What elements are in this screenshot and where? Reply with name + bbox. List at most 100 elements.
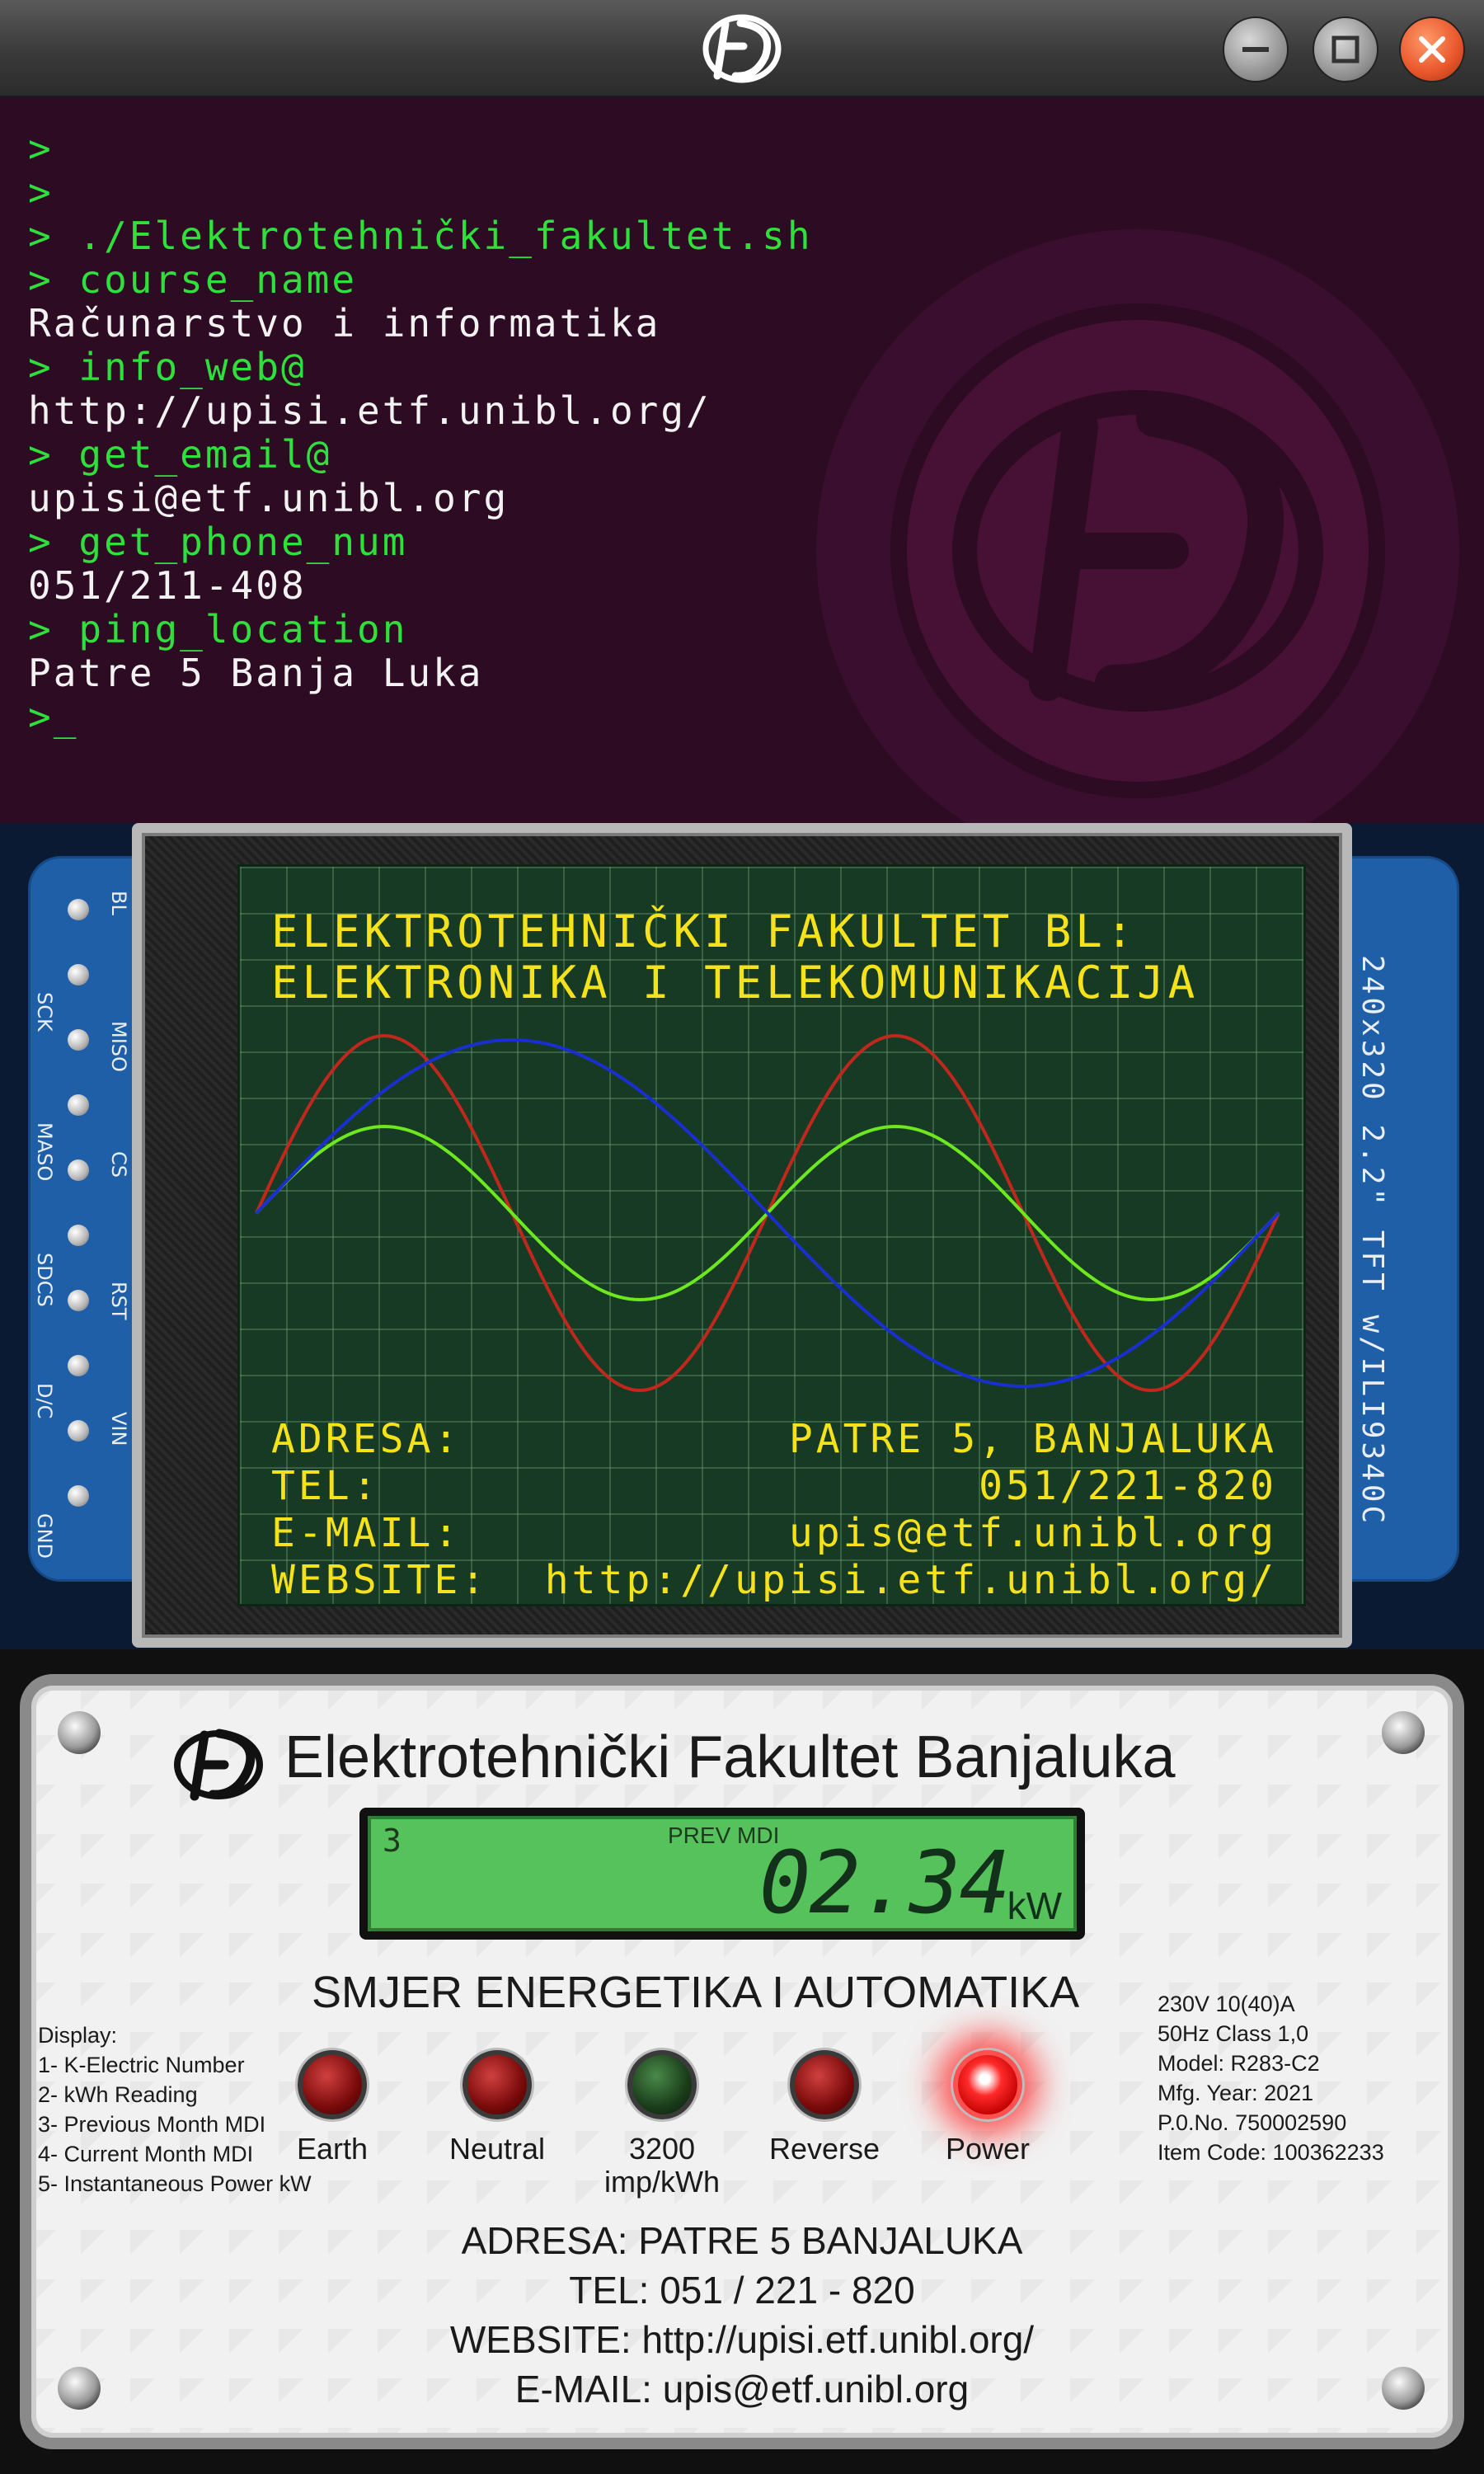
led-icon [953, 2050, 1022, 2119]
tft-info-value: PATRE 5, BANJALUKA [788, 1416, 1277, 1462]
display-legend-item: 5- Instantaneous Power kW [38, 2171, 312, 2196]
spec-item: Mfg. Year: 2021 [1158, 2081, 1314, 2105]
pin-contact-icon [68, 1420, 89, 1442]
terminal-output-line: Računarstvo i informatika [28, 301, 661, 346]
terminal-output-line: upisi@etf.unibl.org [28, 476, 510, 520]
led-icon [627, 2050, 697, 2119]
pin-contact-icon [68, 1225, 89, 1246]
led-label: Reverse [768, 2132, 881, 2166]
pin-label: GND [33, 1513, 56, 1559]
meter-specifications: 230V 10(40)A 50Hz Class 1,0 Model: R283-C2… [1158, 1989, 1384, 2167]
etf-logo-icon [702, 14, 782, 83]
tft-info-row: TEL: 051/221-820 [271, 1463, 1277, 1509]
terminal-command-line: > info_web@ [28, 345, 307, 389]
pin-label: BL [107, 891, 130, 915]
pin-contact-icon [68, 1355, 89, 1376]
window-titlebar [0, 0, 1484, 97]
tft-title-line1: ELEKTROTEHNIČKI FAKULTET BL: [271, 905, 1138, 957]
pin-label: CS [107, 1151, 130, 1178]
lcd-mode-number: 3 [383, 1823, 402, 1859]
meter-lcd-display: 3 PREV MDI 02.34 kW [359, 1808, 1085, 1940]
terminal-command-line: > get_email@ [28, 432, 332, 477]
pin-label: SDCS [33, 1253, 56, 1307]
tft-title: ELEKTROTEHNIČKI FAKULTET BL: ELEKTRONIKA… [271, 906, 1199, 1009]
terminal-command-line: > get_phone_num [28, 520, 408, 564]
pin-contact-icon [68, 1290, 89, 1311]
pcb-right-board [1336, 856, 1459, 1582]
energy-meter-section: Elektrotehnički Fakultet Banjaluka 3 PRE… [0, 1649, 1484, 2474]
tft-module-section: BL SCK MISO MASO CS SDCS RST D/C VIN GND 240x320 … [0, 823, 1484, 1649]
terminal-output-line: 051/211-408 [28, 563, 307, 608]
indicator-power: Power [905, 2050, 1070, 2166]
address-line: ADRESA: PATRE 5 BANJALUKA [461, 2219, 1023, 2262]
pin-contact-icon [68, 1485, 89, 1507]
spec-item: 50Hz Class 1,0 [1158, 2021, 1309, 2046]
spec-item: Item Code: 100362233 [1158, 2140, 1384, 2165]
display-legend-item: Display: [38, 2023, 118, 2048]
minimize-icon [1242, 47, 1269, 52]
pin-label: MISO [107, 1021, 130, 1072]
indicator-reverse: Reverse [742, 2050, 907, 2166]
terminal-output: > > > ./Elektrotehnički_fakultet.sh > cours… [28, 127, 813, 739]
tft-info-row: WEBSITE: http://upisi.etf.unibl.org/ [271, 1557, 1277, 1603]
pin-contact-icon [68, 1094, 89, 1116]
terminal-panel[interactable]: > > > ./Elektrotehnički_fakultet.sh > cours… [0, 97, 1484, 823]
tft-info-label: WEBSITE: [271, 1557, 489, 1603]
etf-logo-icon [174, 1729, 263, 1801]
terminal-prompt-cursor[interactable]: >_ [28, 695, 813, 739]
meter-title: Elektrotehnički Fakultet Banjaluka [284, 1724, 1176, 1790]
terminal-output-line: http://upisi.etf.unibl.org/ [28, 388, 711, 433]
pin-contact-icon [68, 899, 89, 920]
screw-icon [1382, 1711, 1425, 1754]
pin-contact-icon [68, 964, 89, 985]
terminal-command-line: > ping_location [28, 607, 408, 651]
tft-info-value: 051/221-820 [979, 1463, 1277, 1509]
minimize-button[interactable] [1223, 16, 1289, 82]
tft-title-line2: ELEKTRONIKA I TELEKOMUNIKACIJA [271, 957, 1200, 1009]
tft-info-label: ADRESA: [271, 1416, 462, 1462]
maximize-button[interactable] [1313, 16, 1378, 82]
spec-item: 230V 10(40)A [1158, 1992, 1295, 2016]
maximize-icon [1331, 35, 1360, 63]
spec-item: P.0.No. 750002590 [1158, 2110, 1347, 2135]
indicator-3200: 3200 imp/kWh [580, 2050, 744, 2199]
led-sublabel: imp/kWh [603, 2165, 720, 2199]
faculty-seal-watermark [816, 229, 1459, 823]
lcd-reading-value: 02.34 [758, 1832, 1011, 1933]
meter-subtitle: SMJER ENERGETIKA I AUTOMATIKA [312, 1968, 1080, 2017]
address-line: WEBSITE: http://upisi.etf.unibl.org/ [449, 2318, 1035, 2361]
led-label: 3200 [628, 2132, 696, 2166]
terminal-command-line: > [28, 126, 54, 171]
close-button[interactable] [1399, 16, 1465, 82]
pin-label: RST [107, 1282, 130, 1320]
terminal-command-line: > course_name [28, 257, 358, 302]
terminal-command-line: > ./Elektrotehnički_fakultet.sh [28, 214, 813, 258]
tft-info-value: upis@etf.unibl.org [788, 1510, 1277, 1556]
tft-info-row: ADRESA: PATRE 5, BANJALUKA [271, 1416, 1277, 1462]
tft-info-row: E-MAIL: upis@etf.unibl.org [271, 1510, 1277, 1556]
indicator-earth: Earth [250, 2050, 415, 2166]
screw-icon [58, 1711, 101, 1754]
indicator-neutral: Neutral [415, 2050, 580, 2166]
pin-label: SCK [33, 992, 56, 1032]
tft-screen: ELEKTROTEHNIČKI FAKULTET BL: ELEKTRONIKA… [237, 864, 1306, 1606]
led-icon [298, 2050, 367, 2119]
led-icon [790, 2050, 859, 2119]
terminal-command-line: > [28, 170, 54, 214]
led-label: Earth [296, 2132, 369, 2166]
led-label: Power [945, 2132, 1031, 2166]
address-line: TEL: 051 / 221 - 820 [569, 2269, 915, 2312]
close-icon [1419, 36, 1445, 63]
tft-info-value: http://upisi.etf.unibl.org/ [544, 1557, 1277, 1603]
tft-info-label: E-MAIL: [271, 1510, 462, 1556]
pin-label: D/C [33, 1383, 56, 1419]
spec-item: Model: R283-C2 [1158, 2051, 1320, 2076]
pin-label: VIN [107, 1412, 130, 1446]
tft-info-label: TEL: [271, 1463, 380, 1509]
tft-spec-label: 240x320 2.2" TFT w/ILI9340C [1355, 955, 1389, 1527]
led-icon [463, 2050, 532, 2119]
pin-contact-icon [68, 1029, 89, 1051]
address-line: E-MAIL: upis@etf.unibl.org [514, 2368, 970, 2411]
pin-contact-icon [68, 1159, 89, 1181]
blue-waveform [255, 1037, 1280, 1389]
